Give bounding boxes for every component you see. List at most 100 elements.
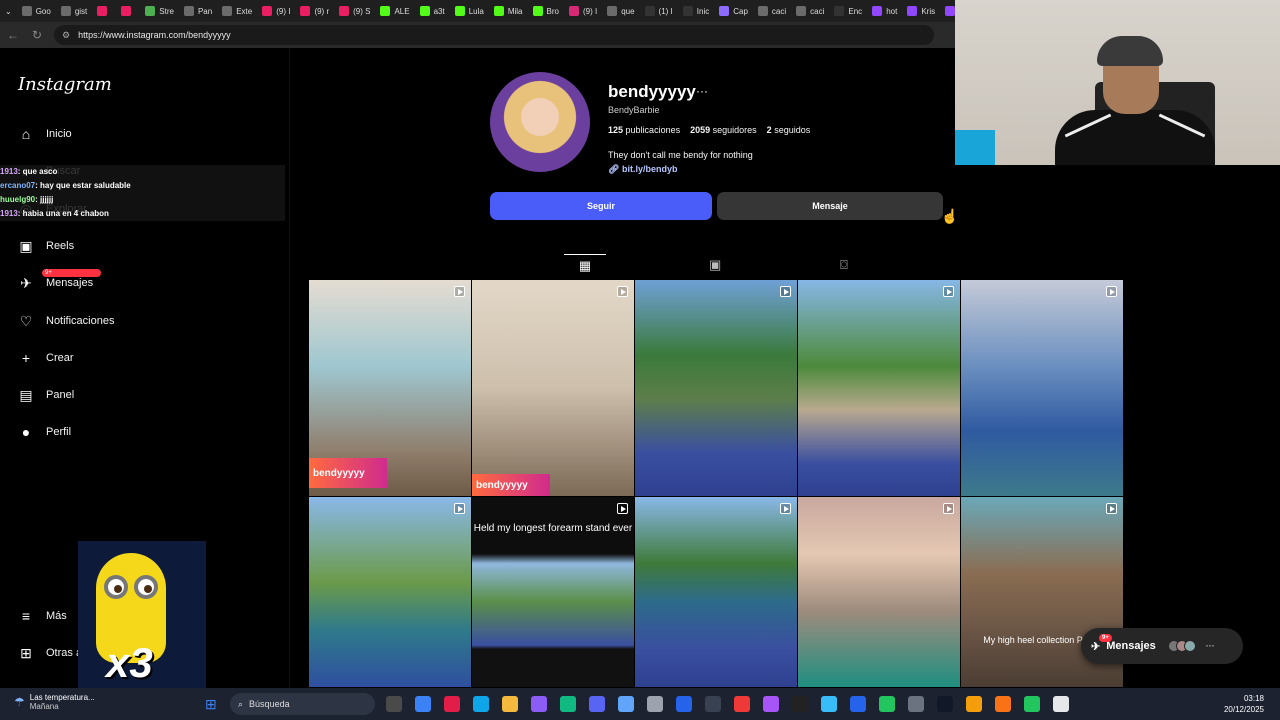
app4-icon[interactable] [1053,696,1069,712]
followers-count[interactable]: 2059 seguidores [690,125,757,135]
sidebar-item-mensajes[interactable]: ✈ 9+ Mensajes [18,269,102,291]
system-clock[interactable]: 03:18 20/12/2025 [1224,693,1264,715]
browser-tab[interactable] [92,0,116,22]
post-thumbnail[interactable]: Held my longest forearm stand ever [472,497,634,687]
sidebar-item-more[interactable]: ≡ Más [18,608,67,624]
browser-tab[interactable]: (9) I [564,0,602,22]
browser-tab[interactable]: Mila [489,0,528,22]
tab-posts-grid-icon[interactable]: ▦ [564,254,606,274]
taskview-icon[interactable] [386,696,402,712]
browser-tab[interactable]: Enc [829,0,867,22]
post-thumbnail[interactable]: bendyyyyy [472,280,634,496]
sidebar-item-label: Otras a [46,647,83,659]
chrome2-icon[interactable] [966,696,982,712]
windows-start-icon[interactable]: ⊞ [205,696,221,712]
app3-icon[interactable] [995,696,1011,712]
browser-tab[interactable]: a3t [415,0,450,22]
epic-icon[interactable] [792,696,808,712]
browser-tab[interactable]: gist [56,0,92,22]
post-thumbnail[interactable]: bendyyyyy [309,280,471,496]
settings-icon[interactable] [647,696,663,712]
stream-chat-overlay: 1913: que asco ercano07: hay que estar sa… [0,165,285,221]
sidebar-item-other[interactable]: ⊞ Otras a [18,645,82,661]
browser-tab[interactable]: (1) I [640,0,678,22]
browser-tab[interactable]: Cap [714,0,753,22]
jacket-stripe [1064,113,1112,138]
browser-tab[interactable]: Stre [140,0,179,22]
discord-icon[interactable] [589,696,605,712]
browser-tab[interactable]: Inic [678,0,714,22]
site-info-icon[interactable]: ⚙ [62,30,70,41]
notes-icon[interactable] [821,696,837,712]
edge-icon[interactable] [560,696,576,712]
post-thumbnail[interactable] [635,497,797,687]
post-thumbnail[interactable] [798,497,960,687]
browser-tab[interactable]: Exte [217,0,257,22]
browser-tab[interactable]: caci [791,0,829,22]
app-icon[interactable] [676,696,692,712]
browser-tab[interactable]: (9) r [295,0,334,22]
browser-tab[interactable]: ALE [375,0,414,22]
follow-button[interactable]: Seguir [490,192,712,220]
browser-tab[interactable]: Pan [179,0,217,22]
sidebar-item-perfil[interactable]: ● Perfil [18,424,71,440]
tab-favicon-icon [834,6,845,16]
following-count[interactable]: 2 seguidos [767,125,811,135]
opera-icon[interactable] [444,696,460,712]
reload-icon[interactable]: ↻ [30,28,44,42]
browser-tab[interactable]: Bro [528,0,564,22]
message-button[interactable]: Mensaje [717,192,943,220]
back-arrow-icon[interactable]: ← [6,28,20,42]
browser-tab[interactable]: caci [753,0,791,22]
tab-reels-icon[interactable]: ▣ [709,257,721,273]
chat-text: : que asco [17,167,58,176]
taskbar-search[interactable]: ⌕ Búsqueda [230,693,375,715]
instagram-logo[interactable]: Instagram [18,74,112,95]
terminal-icon[interactable] [937,696,953,712]
image-icon[interactable] [618,696,634,712]
tab-favicon-icon [872,6,883,16]
post-thumbnail[interactable] [309,497,471,687]
browser-tab[interactable]: (9) I [257,0,295,22]
post-thumbnail[interactable] [961,280,1123,496]
browser-tab[interactable]: que [602,0,639,22]
post-thumbnail[interactable] [798,280,960,496]
grid-apps-icon: ⊞ [20,644,32,661]
more-options-icon[interactable]: ··· [696,84,708,98]
tab-tagged-icon[interactable]: ⌼ [840,257,848,273]
whatsapp-icon[interactable] [1024,696,1040,712]
store-icon[interactable] [473,696,489,712]
browser-tab[interactable] [116,0,140,22]
sidebar-item-inicio[interactable]: ⌂ Inicio [18,126,72,142]
browser-tab[interactable]: Lula [450,0,489,22]
tab-menu-chevron-icon[interactable]: ⌄ [0,0,17,22]
app2-icon[interactable] [763,696,779,712]
sidebar-item-reels[interactable]: ▣ Reels [18,238,74,254]
profile-stats: 125 publicaciones 2059 seguidores 2 segu… [608,125,810,135]
browser-tab[interactable]: hot [867,0,902,22]
browser-tab[interactable]: (9) S [334,0,375,22]
sidebar-item-notificaciones[interactable]: ♡ Notificaciones [18,313,115,329]
floating-messages-button[interactable]: ✈ 9+ Mensajes ··· [1081,628,1243,664]
profile-avatar[interactable] [490,72,590,172]
search-icon: ⌕ [238,698,244,709]
calc-icon[interactable] [908,696,924,712]
browser-tab[interactable]: Goo [17,0,56,22]
profile-username: bendyyyyy [608,82,696,101]
weather-widget[interactable]: ☂ Las temperatura... Mañana [14,693,95,711]
pen-icon[interactable] [531,696,547,712]
chrome-icon[interactable] [879,696,895,712]
post-thumbnail[interactable] [635,280,797,496]
sidebar-item-panel[interactable]: ▤ Panel [18,387,74,403]
profile-tabs: ▦ ▣ ⌼ [310,253,1123,279]
browser-tab[interactable]: Kris [902,0,940,22]
vivaldi-icon[interactable] [734,696,750,712]
tab-favicon-icon [682,6,693,16]
copilot-icon[interactable] [415,696,431,712]
url-field[interactable]: ⚙ https://www.instagram.com/bendyyyyy [54,25,934,45]
outlook-icon[interactable] [850,696,866,712]
obs-icon[interactable] [705,696,721,712]
folder-icon[interactable] [502,696,518,712]
profile-link[interactable]: 🔗︎ bit.ly/bendyb [608,164,677,175]
sidebar-item-crear[interactable]: + Crear [18,350,74,366]
